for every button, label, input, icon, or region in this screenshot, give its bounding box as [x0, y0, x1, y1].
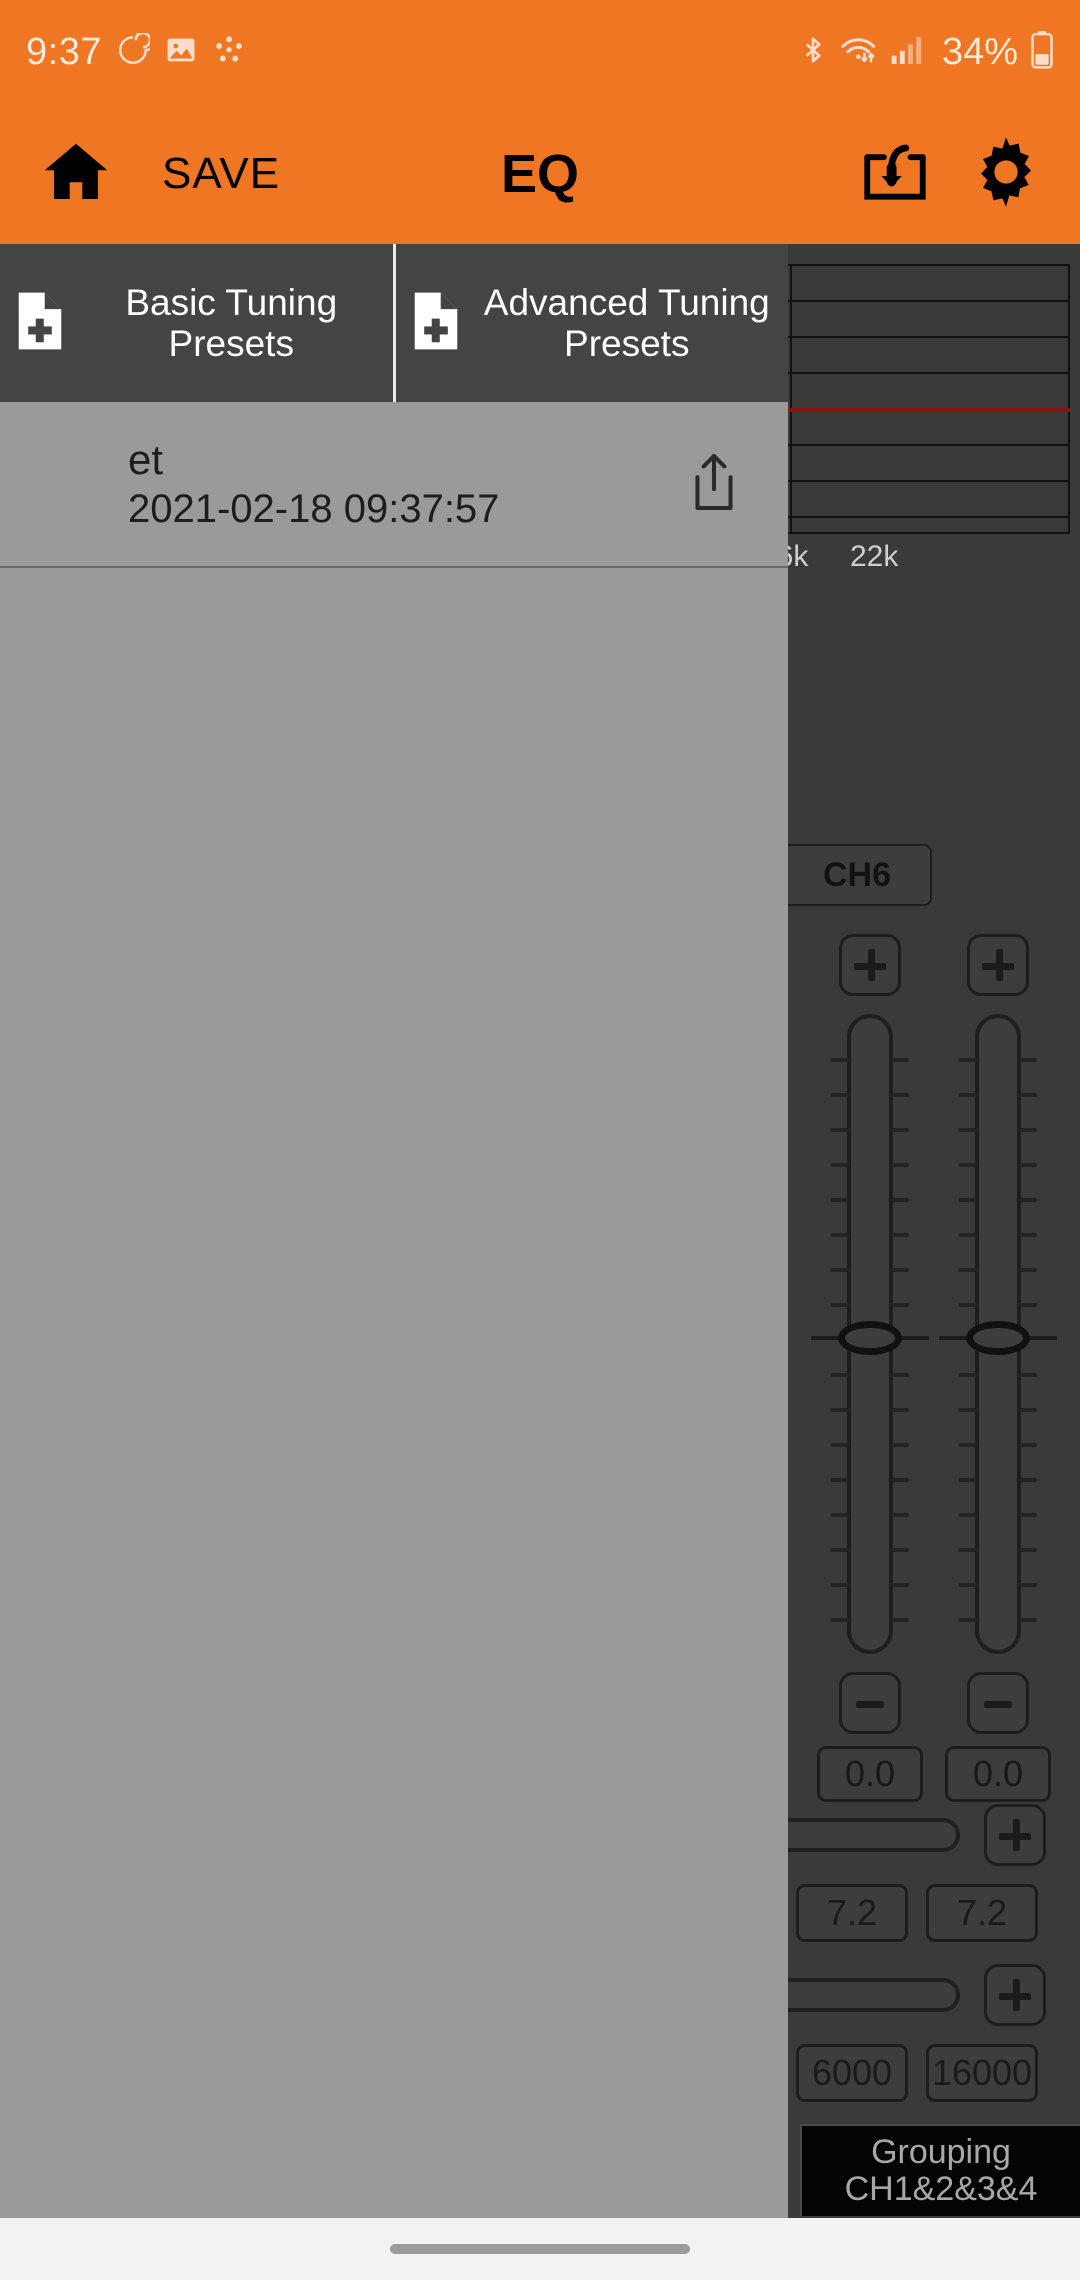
app-toolbar: SAVE EQ — [0, 104, 1080, 244]
q-slider-track[interactable] — [760, 1818, 960, 1852]
home-icon — [37, 136, 115, 213]
status-clock: 9:37 — [26, 30, 102, 73]
tab-basic-tuning-presets-label: Basic Tuning Presets — [125, 281, 338, 364]
tab-advanced-tuning-presets-label: Advanced Tuning Presets — [483, 281, 770, 364]
preset-tabs: Basic Tuning Presets Advanced Tuning Pre… — [0, 244, 788, 402]
preset-item-name: et — [128, 435, 164, 483]
gain-track-ch6[interactable] — [939, 1014, 1057, 1654]
battery-icon — [1030, 30, 1054, 74]
q-increase-button[interactable] — [984, 1804, 1046, 1866]
file-add-icon — [14, 290, 66, 357]
presets-drawer: Basic Tuning Presets Advanced Tuning Pre… — [0, 244, 788, 2280]
nav-gesture-pill[interactable] — [390, 2244, 690, 2254]
preset-item-date: 2021-02-18 09:37:57 — [128, 487, 500, 532]
preset-item-texts: et 2021-02-18 09:37:57 — [128, 434, 499, 534]
smartthings-icon — [212, 33, 246, 72]
grouping-title: Grouping — [871, 2133, 1011, 2172]
phone-screen: 9:37 34% SAVE EQ 22k CH6 0.0 0.0 7.2 7.2… — [0, 0, 1080, 2280]
gain-value-ch5[interactable]: 0.0 — [817, 1746, 923, 1802]
gain-value-ch6[interactable]: 0.0 — [945, 1746, 1051, 1802]
gain-decrease-button-ch5[interactable] — [839, 1672, 901, 1734]
cellular-signal-icon — [890, 34, 926, 71]
gain-increase-button-ch5[interactable] — [839, 934, 901, 996]
file-add-icon — [410, 290, 462, 357]
toolbar-right-actions — [858, 132, 1080, 217]
gain-increase-button-ch6[interactable] — [967, 934, 1029, 996]
freq-value-ch6[interactable]: 16000 — [926, 2044, 1038, 2102]
freq-slider-track[interactable] — [760, 1978, 960, 2012]
home-button[interactable] — [34, 136, 118, 213]
android-nav-bar — [0, 2218, 1080, 2280]
freq-value-ch5[interactable]: 6000 — [796, 2044, 908, 2102]
bluetooth-icon — [798, 33, 828, 72]
q-value-ch6[interactable]: 7.2 — [926, 1884, 1038, 1942]
q-slider-row — [760, 1804, 1080, 1866]
grouping-value: CH1&2&3&4 — [844, 2170, 1038, 2208]
channel-tab-ch6[interactable]: CH6 — [782, 844, 932, 906]
gain-slider-ch5: 0.0 — [810, 934, 930, 1802]
gear-icon[interactable] — [966, 132, 1046, 217]
q-value-ch5[interactable]: 7.2 — [796, 1884, 908, 1942]
gain-track-ch5[interactable] — [811, 1014, 929, 1654]
list-item[interactable]: et 2021-02-18 09:37:57 — [0, 402, 788, 568]
spiral-recorder-icon — [116, 28, 157, 72]
freq-tick-3: 22k — [850, 540, 899, 573]
q-values-row: 7.2 7.2 — [750, 1884, 1080, 1942]
preset-list: et 2021-02-18 09:37:57 — [0, 402, 788, 568]
status-bar: 9:37 34% — [0, 0, 1080, 104]
freq-increase-button[interactable] — [984, 1964, 1046, 2026]
gain-thumb-ch6[interactable] — [966, 1321, 1030, 1355]
import-button[interactable] — [858, 135, 932, 214]
gain-thumb-ch5[interactable] — [838, 1321, 902, 1355]
status-bar-right: 34% — [798, 30, 1054, 74]
gallery-image-icon — [164, 33, 198, 72]
battery-percent-label: 34% — [941, 30, 1018, 73]
tab-advanced-tuning-presets[interactable]: Advanced Tuning Presets — [392, 244, 789, 402]
gain-slider-ch6: 0.0 — [938, 934, 1058, 1802]
freq-values-row: 6000 16000 — [750, 2044, 1080, 2102]
grouping-bar[interactable]: Grouping CH1&2&3&4 — [800, 2124, 1080, 2216]
save-button[interactable]: SAVE — [162, 149, 280, 199]
share-icon[interactable] — [688, 451, 740, 518]
freq-slider-row — [760, 1964, 1080, 2026]
status-bar-left: 9:37 — [26, 28, 246, 74]
tab-basic-tuning-presets[interactable]: Basic Tuning Presets — [0, 244, 393, 402]
gain-decrease-button-ch6[interactable] — [967, 1672, 1029, 1734]
wifi-icon — [840, 33, 878, 72]
